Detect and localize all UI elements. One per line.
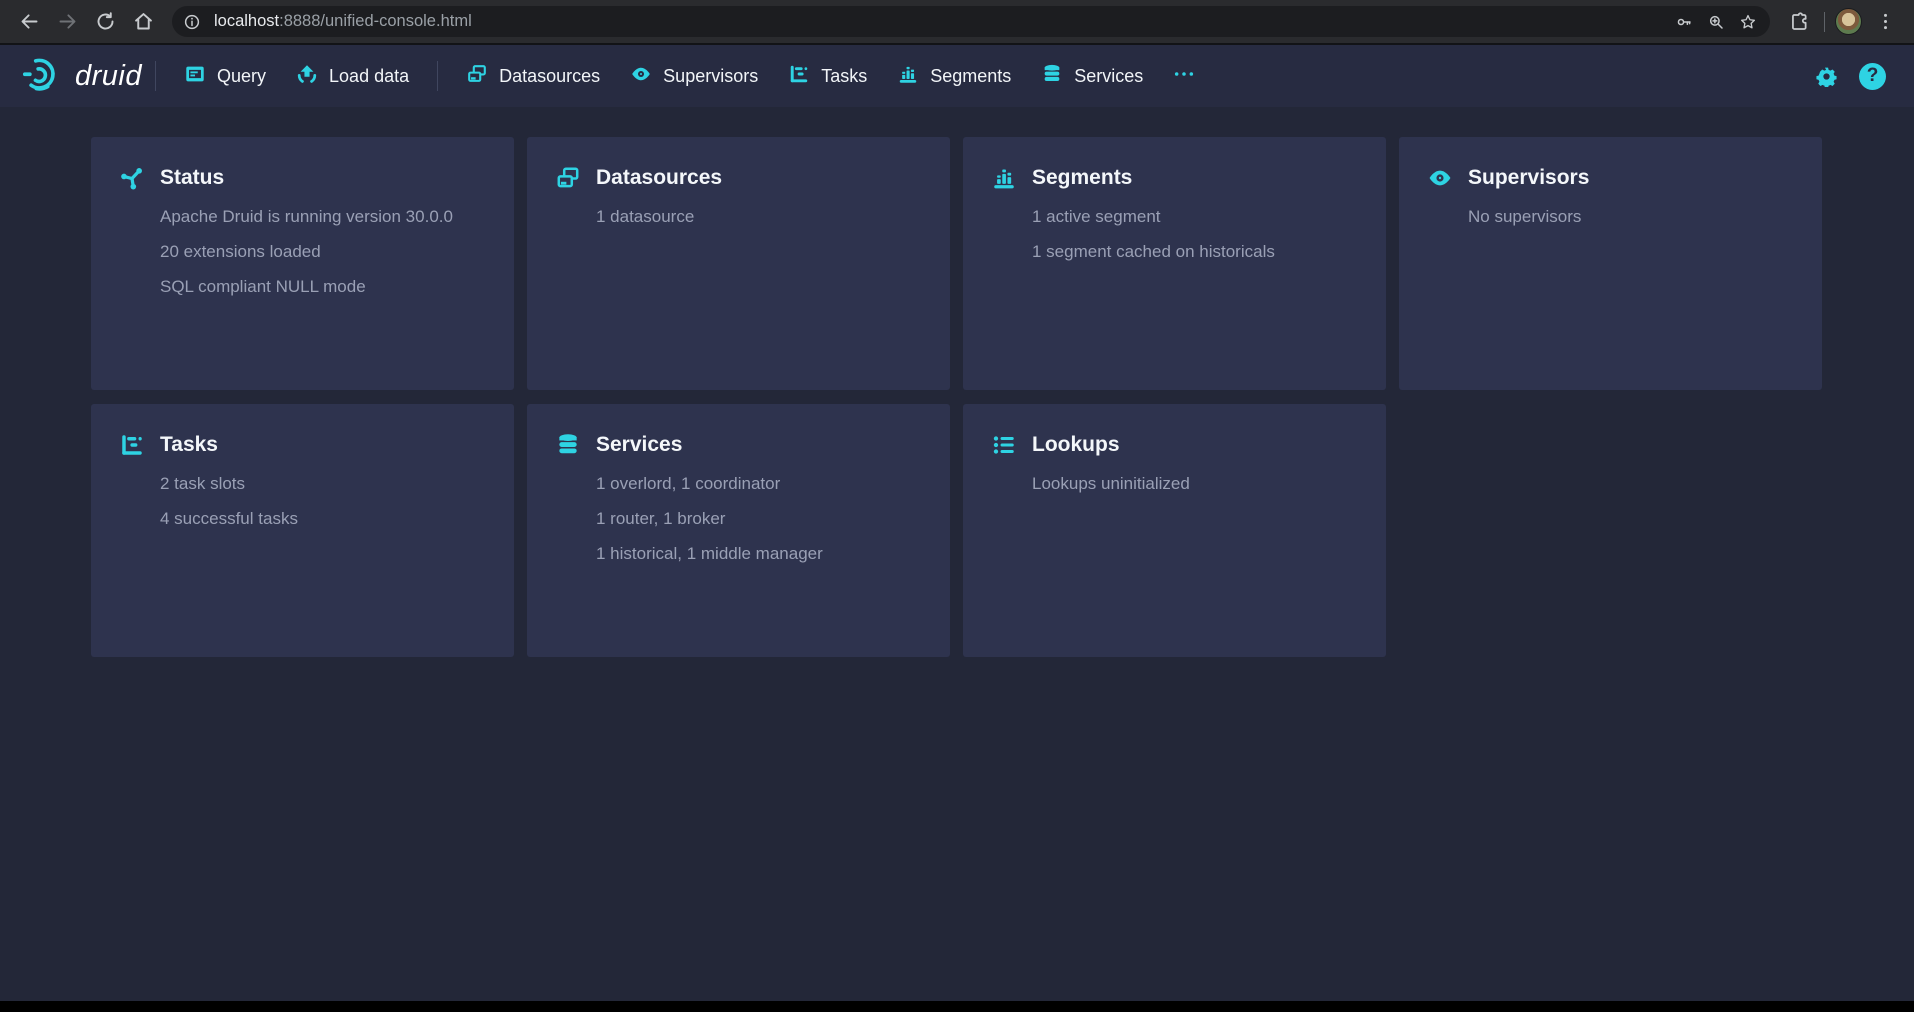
barchart-icon [991,165,1017,191]
database-icon [1041,63,1063,90]
card-line: No supervisors [1468,199,1796,234]
card-line: Lookups uninitialized [1032,466,1360,501]
key-icon[interactable] [1668,6,1700,38]
back-icon[interactable] [10,3,48,41]
barchart-icon [897,63,919,90]
druid-wordmark: druid [75,60,142,93]
status-graph-icon [119,165,145,191]
card-tasks[interactable]: Tasks 2 task slots4 successful tasks [91,404,514,657]
card-lookups[interactable]: Lookups Lookups uninitialized [963,404,1386,657]
extensions-icon[interactable] [1780,3,1818,41]
card-line: 20 extensions loaded [160,234,488,269]
home-icon[interactable] [124,3,162,41]
card-supervisors[interactable]: Supervisors No supervisors [1399,137,1822,390]
url-path: :8888/unified-console.html [279,12,472,30]
nav-item-label: Services [1074,66,1143,87]
card-line: 1 router, 1 broker [596,501,924,536]
more-dots-icon [1173,63,1195,90]
card-line: 1 historical, 1 middle manager [596,536,924,571]
zoom-icon[interactable] [1700,6,1732,38]
card-title: Tasks [160,433,218,457]
upload-icon [296,63,318,90]
card-title: Status [160,166,224,190]
help-icon[interactable]: ? [1859,63,1886,90]
forward-icon[interactable] [48,3,86,41]
nav-item-label: Datasources [499,66,600,87]
url-bar[interactable]: localhost:8888/unified-console.html [172,6,1770,37]
nav-item-label: Load data [329,66,409,87]
card-line: 1 active segment [1032,199,1360,234]
gantt-icon [119,432,145,458]
url-text: localhost:8888/unified-console.html [214,12,472,31]
browser-toolbar: localhost:8888/unified-console.html [0,0,1914,43]
card-line: 1 datasource [596,199,924,234]
card-title: Lookups [1032,433,1120,457]
druid-navbar: druid Query Load data Datasources Superv… [0,45,1914,107]
nav-separator [437,61,438,91]
toolbar-separator [1824,12,1825,32]
card-status[interactable]: Status Apache Druid is running version 3… [91,137,514,390]
nav-more-button[interactable] [1158,45,1210,107]
list-icon [991,432,1017,458]
card-title: Supervisors [1468,166,1589,190]
card-segments[interactable]: Segments 1 active segment1 segment cache… [963,137,1386,390]
eye-icon [630,63,652,90]
eye-icon [1427,165,1453,191]
card-line: Apache Druid is running version 30.0.0 [160,199,488,234]
info-icon[interactable] [176,6,208,38]
nav-item-load-data[interactable]: Load data [281,45,424,107]
browser-menu-icon[interactable] [1866,3,1904,41]
nav-item-datasources[interactable]: Datasources [451,45,615,107]
reload-icon[interactable] [86,3,124,41]
druid-logo[interactable]: druid [22,57,142,96]
nav-item-query[interactable]: Query [169,45,281,107]
gantt-icon [788,63,810,90]
card-services[interactable]: Services 1 overlord, 1 coordinator1 rout… [527,404,950,657]
database-icon [555,432,581,458]
card-line: 1 overlord, 1 coordinator [596,466,924,501]
nav-item-label: Supervisors [663,66,758,87]
card-line: 2 task slots [160,466,488,501]
multicubes-icon [555,165,581,191]
url-host: localhost [214,12,279,30]
card-grid: Status Apache Druid is running version 3… [91,137,1914,657]
bookmark-star-icon[interactable] [1732,6,1764,38]
nav-item-tasks[interactable]: Tasks [773,45,882,107]
nav-item-services[interactable]: Services [1026,45,1158,107]
nav-item-label: Tasks [821,66,867,87]
nav-item-label: Query [217,66,266,87]
multicubes-icon [466,63,488,90]
card-title: Services [596,433,682,457]
nav-item-label: Segments [930,66,1011,87]
card-line: 1 segment cached on historicals [1032,234,1360,269]
nav-item-segments[interactable]: Segments [882,45,1026,107]
card-datasources[interactable]: Datasources 1 datasource [527,137,950,390]
card-line: 4 successful tasks [160,501,488,536]
druid-logo-icon [22,57,64,96]
card-title: Segments [1032,166,1132,190]
nav-item-supervisors[interactable]: Supervisors [615,45,773,107]
profile-avatar[interactable] [1835,8,1862,35]
card-line: SQL compliant NULL mode [160,269,488,304]
query-icon [184,63,206,90]
card-title: Datasources [596,166,722,190]
gear-icon[interactable] [1809,59,1843,93]
home-view: Status Apache Druid is running version 3… [0,107,1914,1001]
nav-separator [155,61,156,91]
